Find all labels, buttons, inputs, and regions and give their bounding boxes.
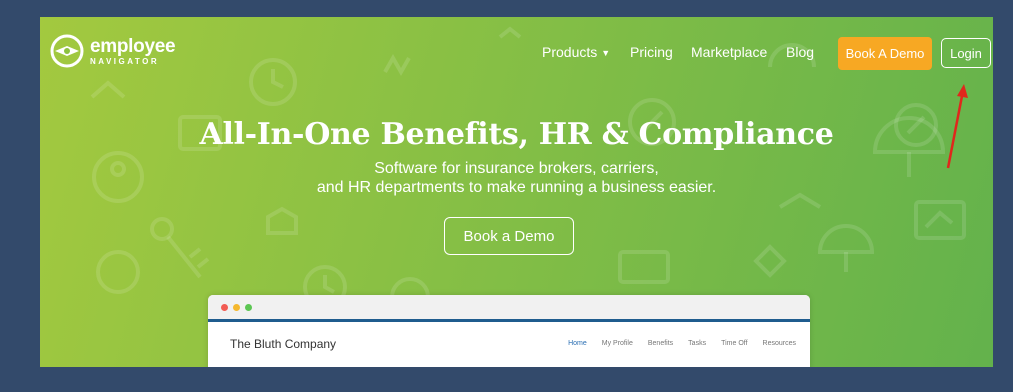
red-arrow-annotation-icon — [946, 84, 968, 169]
